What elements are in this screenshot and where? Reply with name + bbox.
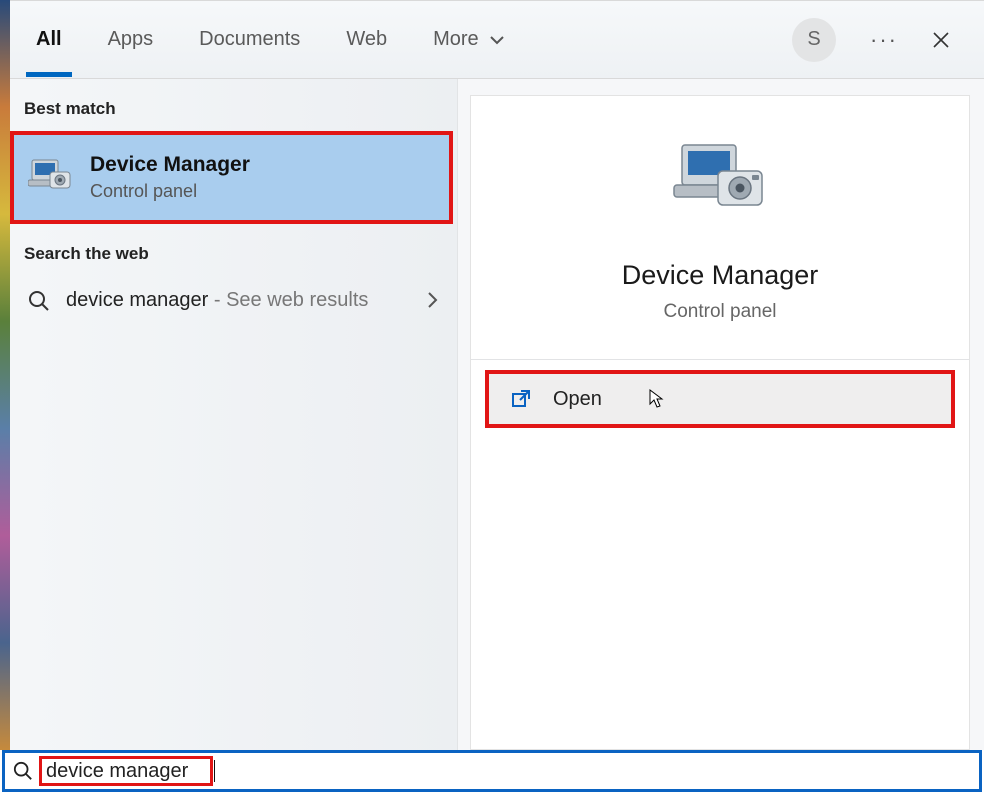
desktop-edge-decoration <box>0 0 10 750</box>
user-avatar[interactable]: S <box>792 18 836 62</box>
web-result-text: device manager - See web results <box>66 286 413 314</box>
device-manager-icon <box>28 156 72 200</box>
search-icon <box>13 761 33 781</box>
open-action[interactable]: Open <box>485 370 955 428</box>
close-icon <box>932 31 950 49</box>
best-match-text: Device Manager Control panel <box>90 153 250 202</box>
device-manager-large-icon <box>672 136 768 232</box>
results-column: Best match Device Manager Control panel <box>10 79 458 750</box>
preview-column: Device Manager Control panel Open <box>458 79 984 750</box>
mouse-cursor-icon <box>649 389 665 409</box>
search-input[interactable]: device manager <box>46 760 206 783</box>
search-text-highlight: device manager <box>39 756 213 786</box>
chevron-down-icon <box>490 35 504 45</box>
tab-web[interactable]: Web <box>342 2 391 77</box>
chevron-right-icon <box>427 291 439 309</box>
divider <box>471 359 969 360</box>
search-icon <box>26 286 52 312</box>
taskbar-search-box[interactable]: device manager <box>2 750 982 792</box>
preview-card: Device Manager Control panel Open <box>470 95 970 750</box>
tab-all[interactable]: All <box>32 2 66 77</box>
preview-subtitle: Control panel <box>663 301 776 323</box>
tab-apps[interactable]: Apps <box>104 2 158 77</box>
header-actions: S ··· <box>792 1 956 78</box>
best-match-title: Device Manager <box>90 153 250 177</box>
more-options-button[interactable]: ··· <box>870 27 898 53</box>
tab-more[interactable]: More <box>429 2 508 77</box>
best-match-subtitle: Control panel <box>90 181 250 202</box>
best-match-item[interactable]: Device Manager Control panel <box>10 131 453 224</box>
search-web-label: Search the web <box>10 238 457 276</box>
open-external-icon <box>511 389 531 409</box>
filter-tabs: All Apps Documents Web More <box>32 2 508 77</box>
open-label: Open <box>553 388 602 411</box>
tab-more-label: More <box>433 28 479 50</box>
preview-title: Device Manager <box>622 260 819 291</box>
best-match-label: Best match <box>10 93 457 131</box>
web-result-item[interactable]: device manager - See web results <box>10 276 457 324</box>
text-caret <box>214 760 215 782</box>
web-result-query: device manager <box>66 289 208 311</box>
search-window: All Apps Documents Web More S ··· Best m… <box>10 0 984 750</box>
web-result-suffix: - See web results <box>208 289 368 311</box>
search-body: Best match Device Manager Control panel <box>10 79 984 750</box>
close-button[interactable] <box>932 31 956 49</box>
search-header: All Apps Documents Web More S ··· <box>10 1 984 79</box>
tab-documents[interactable]: Documents <box>195 2 304 77</box>
preview-header: Device Manager Control panel <box>471 96 969 353</box>
